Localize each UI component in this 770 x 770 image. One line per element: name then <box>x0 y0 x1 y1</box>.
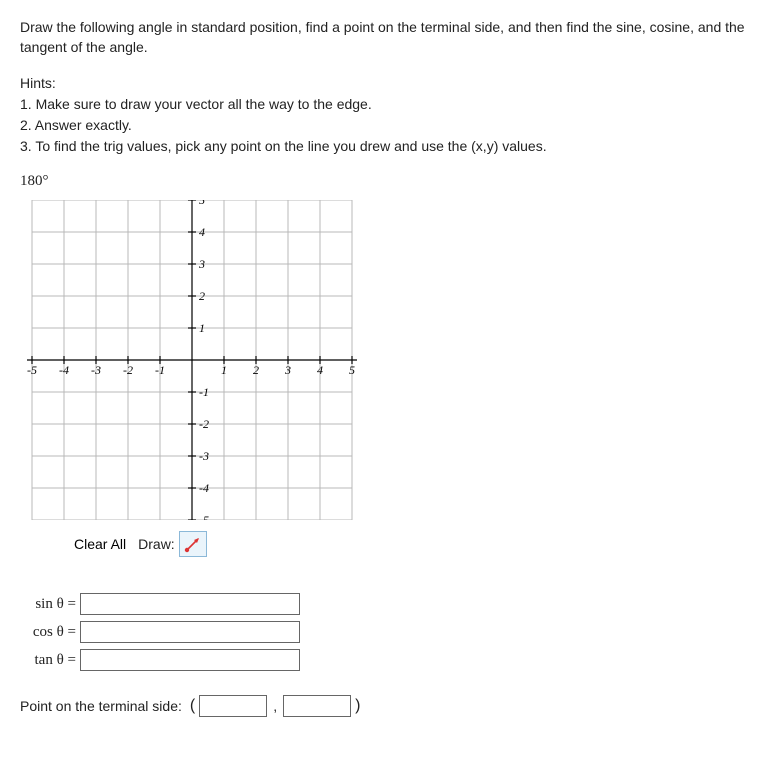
x-tick-label: 4 <box>317 363 323 377</box>
clear-all-button[interactable]: Clear All <box>68 533 132 555</box>
angle-value: 180° <box>20 173 750 190</box>
tan-input[interactable] <box>80 649 300 671</box>
point-label: Point on the terminal side: <box>20 698 186 714</box>
x-tick-label: -3 <box>91 363 101 377</box>
x-tick-label: 2 <box>253 363 259 377</box>
x-tick-label: 5 <box>349 363 355 377</box>
comma: , <box>271 698 279 714</box>
y-tick-label: 4 <box>199 225 205 239</box>
y-tick-label: -4 <box>199 481 209 495</box>
point-x-input[interactable] <box>199 695 267 717</box>
instruction-text: Draw the following angle in standard pos… <box>20 18 750 57</box>
coordinate-graph[interactable]: -5 -4 -3 -2 -1 1 2 3 4 5 -5 -4 -3 -2 -1 … <box>12 200 372 523</box>
x-tick-label: 3 <box>284 363 291 377</box>
y-tick-label: -1 <box>199 385 209 399</box>
hint-item: 1. Make sure to draw your vector all the… <box>20 94 750 115</box>
x-tick-label: 1 <box>221 363 227 377</box>
tan-label: tan θ = <box>20 652 80 669</box>
trig-answers: sin θ = cos θ = tan θ = <box>20 593 750 671</box>
open-paren: ( <box>190 697 195 715</box>
draw-label: Draw: <box>136 536 175 552</box>
cos-label: cos θ = <box>20 624 80 641</box>
point-y-input[interactable] <box>283 695 351 717</box>
arrow-ray-icon <box>183 534 203 554</box>
x-tick-label: -4 <box>59 363 69 377</box>
cos-input[interactable] <box>80 621 300 643</box>
y-tick-label: 1 <box>199 321 205 335</box>
sin-input[interactable] <box>80 593 300 615</box>
graph-toolbar: Clear All Draw: <box>20 531 750 557</box>
y-tick-label: -2 <box>199 417 209 431</box>
y-tick-label: -5 <box>199 513 209 520</box>
hints-title: Hints: <box>20 73 750 94</box>
x-tick-label: -1 <box>155 363 165 377</box>
y-tick-label: 5 <box>199 200 205 207</box>
y-tick-label: 2 <box>199 289 205 303</box>
terminal-point-row: Point on the terminal side: ( , ) <box>20 695 750 717</box>
x-tick-label: -2 <box>123 363 133 377</box>
sin-label: sin θ = <box>20 596 80 613</box>
hint-item: 2. Answer exactly. <box>20 115 750 136</box>
y-tick-label: 3 <box>198 257 205 271</box>
hints-block: Hints: 1. Make sure to draw your vector … <box>20 73 750 157</box>
hint-item: 3. To find the trig values, pick any poi… <box>20 136 750 157</box>
draw-ray-tool-button[interactable] <box>179 531 207 557</box>
y-tick-label: -3 <box>199 449 209 463</box>
close-paren: ) <box>355 697 360 715</box>
x-tick-label: -5 <box>27 363 37 377</box>
